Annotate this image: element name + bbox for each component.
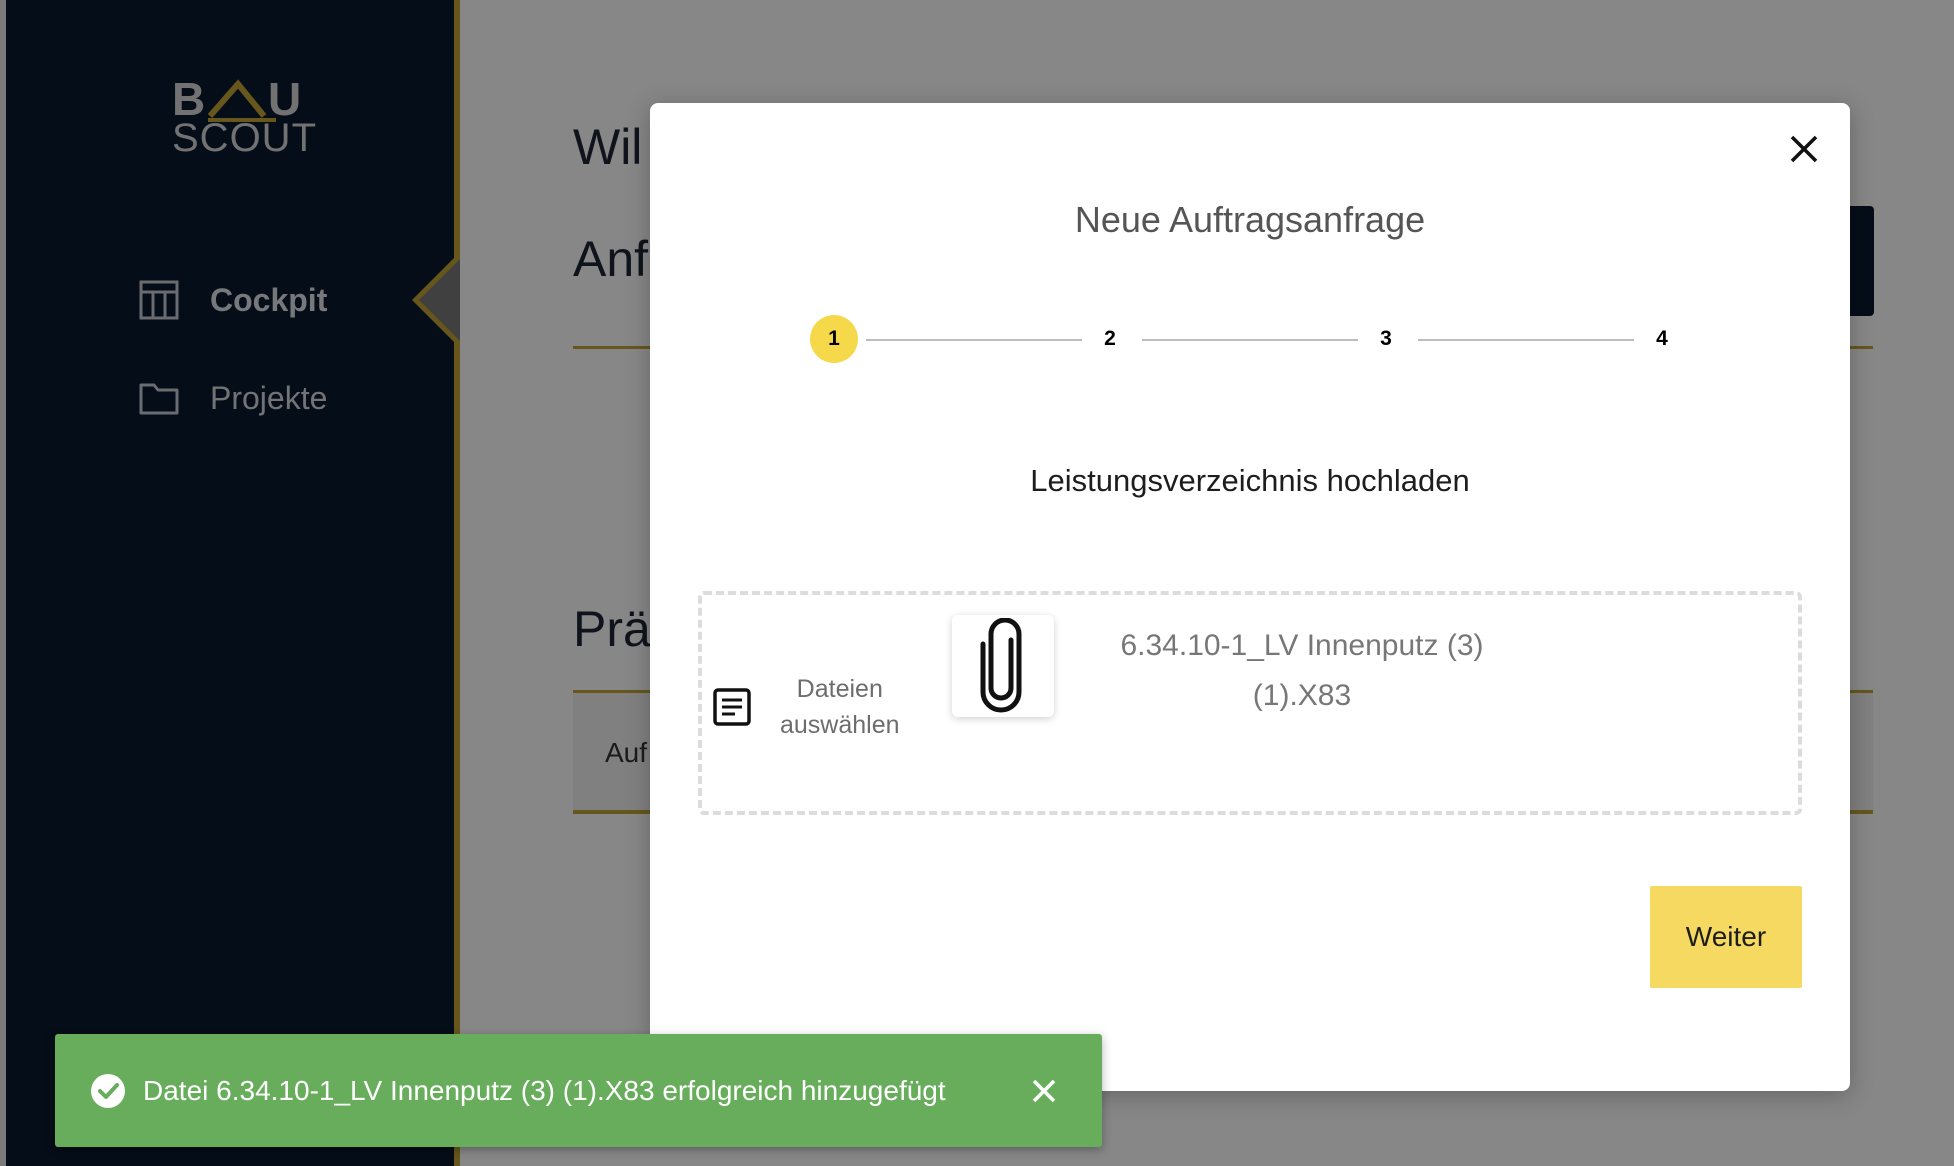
new-request-dialog: Neue Auftragsanfrage 1 2 3 4 Leistungsve… — [650, 103, 1850, 1091]
file-name-line2: (1).X83 — [1252, 679, 1352, 712]
file-thumbnail[interactable] — [952, 615, 1054, 717]
document-icon — [713, 688, 751, 726]
step-connector — [1418, 339, 1634, 341]
toast-message: Datei 6.34.10-1_LV Innenputz (3) (1).X83… — [143, 1074, 946, 1106]
step-connector — [1142, 339, 1358, 341]
step-4[interactable]: 4 — [1638, 315, 1686, 363]
success-toast: Datei 6.34.10-1_LV Innenputz (3) (1).X83… — [55, 1034, 1102, 1147]
dialog-title: Neue Auftragsanfrage — [1074, 199, 1426, 240]
step-connector — [866, 339, 1082, 341]
select-files-button[interactable]: Dateien auswählen — [710, 671, 900, 743]
select-files-label: Dateien auswählen — [780, 671, 900, 743]
step-1[interactable]: 1 — [810, 315, 858, 363]
next-button[interactable]: Weiter — [1650, 886, 1802, 988]
select-files-label-line2: auswählen — [780, 711, 900, 739]
select-files-label-line1: Dateien — [796, 675, 883, 703]
step-3[interactable]: 3 — [1362, 315, 1410, 363]
paperclip-icon — [980, 618, 1022, 713]
close-icon — [1032, 1079, 1056, 1102]
file-dropzone[interactable]: Dateien auswählen 6.34.10-1_LV Innenputz… — [698, 591, 1802, 815]
check-circle-icon — [91, 1073, 125, 1108]
file-name: 6.34.10-1_LV Innenputz (3) (1).X83 — [1092, 621, 1512, 721]
file-name-line1: 6.34.10-1_LV Innenputz (3) — [1120, 629, 1484, 662]
stepper: 1 2 3 4 — [810, 315, 1690, 365]
close-dialog-button[interactable] — [1782, 127, 1826, 171]
close-icon — [1790, 135, 1818, 163]
section-title: Leistungsverzeichnis hochladen — [1030, 463, 1470, 498]
app-root: B U SCOUT Cockpit Projekte Wil Anf Prä A… — [0, 0, 1954, 1166]
step-2[interactable]: 2 — [1086, 315, 1134, 363]
toast-close-button[interactable] — [1024, 1071, 1064, 1111]
